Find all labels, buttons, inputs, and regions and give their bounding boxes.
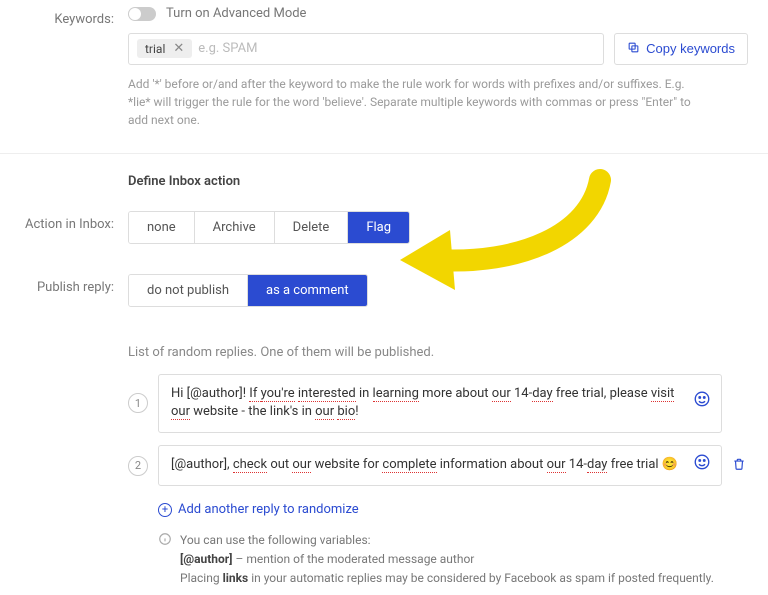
variables-info: You can use the following variables: [@a…: [158, 531, 748, 589]
action-button-group: none Archive Delete Flag: [128, 211, 410, 244]
divider: [0, 153, 768, 154]
publish-no-button[interactable]: do not publish: [129, 275, 248, 306]
keywords-help-text: Add '*' before or/and after the keyword …: [128, 75, 748, 129]
toggle-icon: [128, 7, 156, 21]
replies-description: List of random replies. One of them will…: [128, 345, 748, 360]
keywords-input[interactable]: trial ✕ e.g. SPAM: [128, 33, 604, 65]
copy-icon: [627, 41, 640, 57]
copy-keywords-button[interactable]: Copy keywords: [614, 33, 748, 65]
keyword-chip: trial ✕: [137, 39, 192, 58]
reply-input-1[interactable]: Hi [@author]! If you're interested in le…: [158, 374, 722, 434]
reply-row: 2 [@author], check out our website for c…: [128, 445, 748, 486]
publish-button-group: do not publish as a comment: [128, 274, 368, 307]
reply-number: 2: [128, 456, 148, 476]
action-archive-button[interactable]: Archive: [195, 212, 275, 243]
info-icon: [158, 532, 172, 552]
action-label: Action in Inbox:: [20, 211, 128, 232]
keywords-label: Keywords:: [20, 6, 128, 27]
publish-comment-button[interactable]: as a comment: [248, 275, 367, 306]
delete-reply-icon[interactable]: [732, 457, 748, 475]
reply-number: 1: [128, 393, 148, 413]
remove-chip-icon[interactable]: ✕: [169, 41, 188, 56]
keywords-placeholder: e.g. SPAM: [198, 41, 257, 56]
advanced-mode-toggle[interactable]: Turn on Advanced Mode: [128, 6, 306, 21]
emoji-picker-icon[interactable]: [693, 390, 711, 416]
toggle-label: Turn on Advanced Mode: [166, 6, 306, 21]
define-inbox-action-title: Define Inbox action: [128, 174, 748, 189]
action-flag-button[interactable]: Flag: [348, 212, 409, 243]
add-reply-button[interactable]: + Add another reply to randomize: [158, 502, 359, 517]
reply-row: 1 Hi [@author]! If you're interested in …: [128, 374, 748, 434]
emoji-picker-icon[interactable]: [693, 453, 711, 479]
plus-icon: +: [158, 503, 172, 517]
reply-input-2[interactable]: [@author], check out our website for com…: [158, 445, 722, 486]
action-none-button[interactable]: none: [129, 212, 195, 243]
action-delete-button[interactable]: Delete: [275, 212, 349, 243]
publish-label: Publish reply:: [20, 274, 128, 295]
